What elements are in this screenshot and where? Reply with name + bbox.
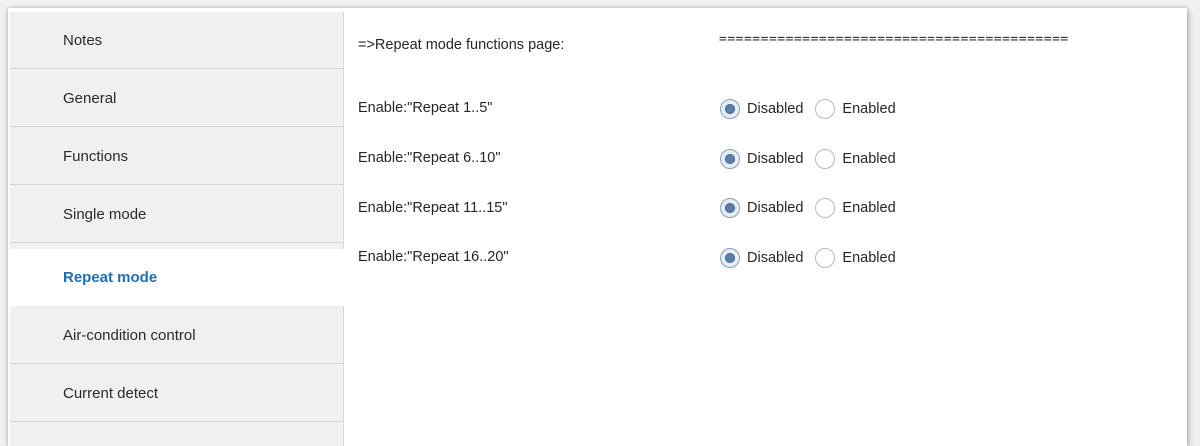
sidebar-item-label: Single mode <box>63 206 147 223</box>
param-label-repeat-1-5: Enable:"Repeat 1..5" <box>358 100 493 116</box>
radio-option-disabled[interactable]: Disabled <box>720 149 803 169</box>
section-header-label: =>Repeat mode functions page: <box>358 37 565 53</box>
sidebar-item-label: Notes <box>63 32 103 49</box>
sidebar-item-label: Repeat mode <box>63 269 158 286</box>
sidebar-item-air-condition-control[interactable]: Air-condition control <box>10 307 343 364</box>
radio-option-enabled[interactable]: Enabled <box>815 248 896 268</box>
radio-option-label: Disabled <box>747 250 804 266</box>
sidebar-item-repeat-mode[interactable]: Repeat mode <box>10 249 344 306</box>
radio-option-label: Disabled <box>747 151 804 167</box>
radio-unselected-icon[interactable] <box>815 198 836 218</box>
sidebar-item-label: General <box>63 90 117 107</box>
section-separator: =====================================​==… <box>719 32 1069 47</box>
parameter-window: Notes General Functions Single mode Repe… <box>8 8 1187 446</box>
sidebar-item-current-detect[interactable]: Current detect <box>10 365 343 422</box>
radio-group-repeat-16-20: Disabled Enabled <box>720 247 908 269</box>
sidebar-item-single-mode[interactable]: Single mode <box>10 186 343 243</box>
sidebar-item-general[interactable]: General <box>10 70 343 127</box>
radio-option-disabled[interactable]: Disabled <box>720 248 803 268</box>
radio-selected-icon[interactable] <box>720 99 740 119</box>
sidebar-item-label: Air-condition control <box>63 327 196 344</box>
parameter-panel: =>Repeat mode functions page: ==========… <box>344 8 1187 446</box>
radio-option-enabled[interactable]: Enabled <box>815 198 896 218</box>
sidebar: Notes General Functions Single mode Repe… <box>10 12 344 446</box>
radio-option-label: Enabled <box>842 151 896 167</box>
radio-group-repeat-6-10: Disabled Enabled <box>720 148 908 170</box>
radio-option-label: Enabled <box>842 101 896 117</box>
sidebar-item-label: Functions <box>63 148 129 165</box>
radio-option-enabled[interactable]: Enabled <box>815 149 896 169</box>
sidebar-item-empty <box>10 424 343 444</box>
sidebar-item-label: Current detect <box>63 385 159 402</box>
radio-group-repeat-1-5: Disabled Enabled <box>720 98 908 120</box>
radio-selected-icon[interactable] <box>720 248 740 268</box>
sidebar-item-functions[interactable]: Functions <box>10 128 343 185</box>
radio-option-label: Enabled <box>842 250 896 266</box>
param-label-repeat-6-10: Enable:"Repeat 6..10" <box>358 150 501 166</box>
param-label-repeat-16-20: Enable:"Repeat 16..20" <box>358 249 509 265</box>
radio-selected-icon[interactable] <box>720 149 740 169</box>
radio-selected-icon[interactable] <box>720 198 740 218</box>
radio-option-disabled[interactable]: Disabled <box>720 198 803 218</box>
radio-option-label: Enabled <box>842 200 896 216</box>
radio-group-repeat-11-15: Disabled Enabled <box>720 197 908 219</box>
radio-option-label: Disabled <box>747 200 804 216</box>
application-frame: Notes General Functions Single mode Repe… <box>0 0 1200 446</box>
param-label-repeat-11-15: Enable:"Repeat 11..15" <box>358 200 508 216</box>
radio-unselected-icon[interactable] <box>815 99 836 119</box>
radio-unselected-icon[interactable] <box>815 149 836 169</box>
sidebar-item-notes[interactable]: Notes <box>10 12 343 69</box>
radio-unselected-icon[interactable] <box>815 248 836 268</box>
radio-option-enabled[interactable]: Enabled <box>815 99 896 119</box>
radio-option-disabled[interactable]: Disabled <box>720 99 803 119</box>
radio-option-label: Disabled <box>747 101 804 117</box>
